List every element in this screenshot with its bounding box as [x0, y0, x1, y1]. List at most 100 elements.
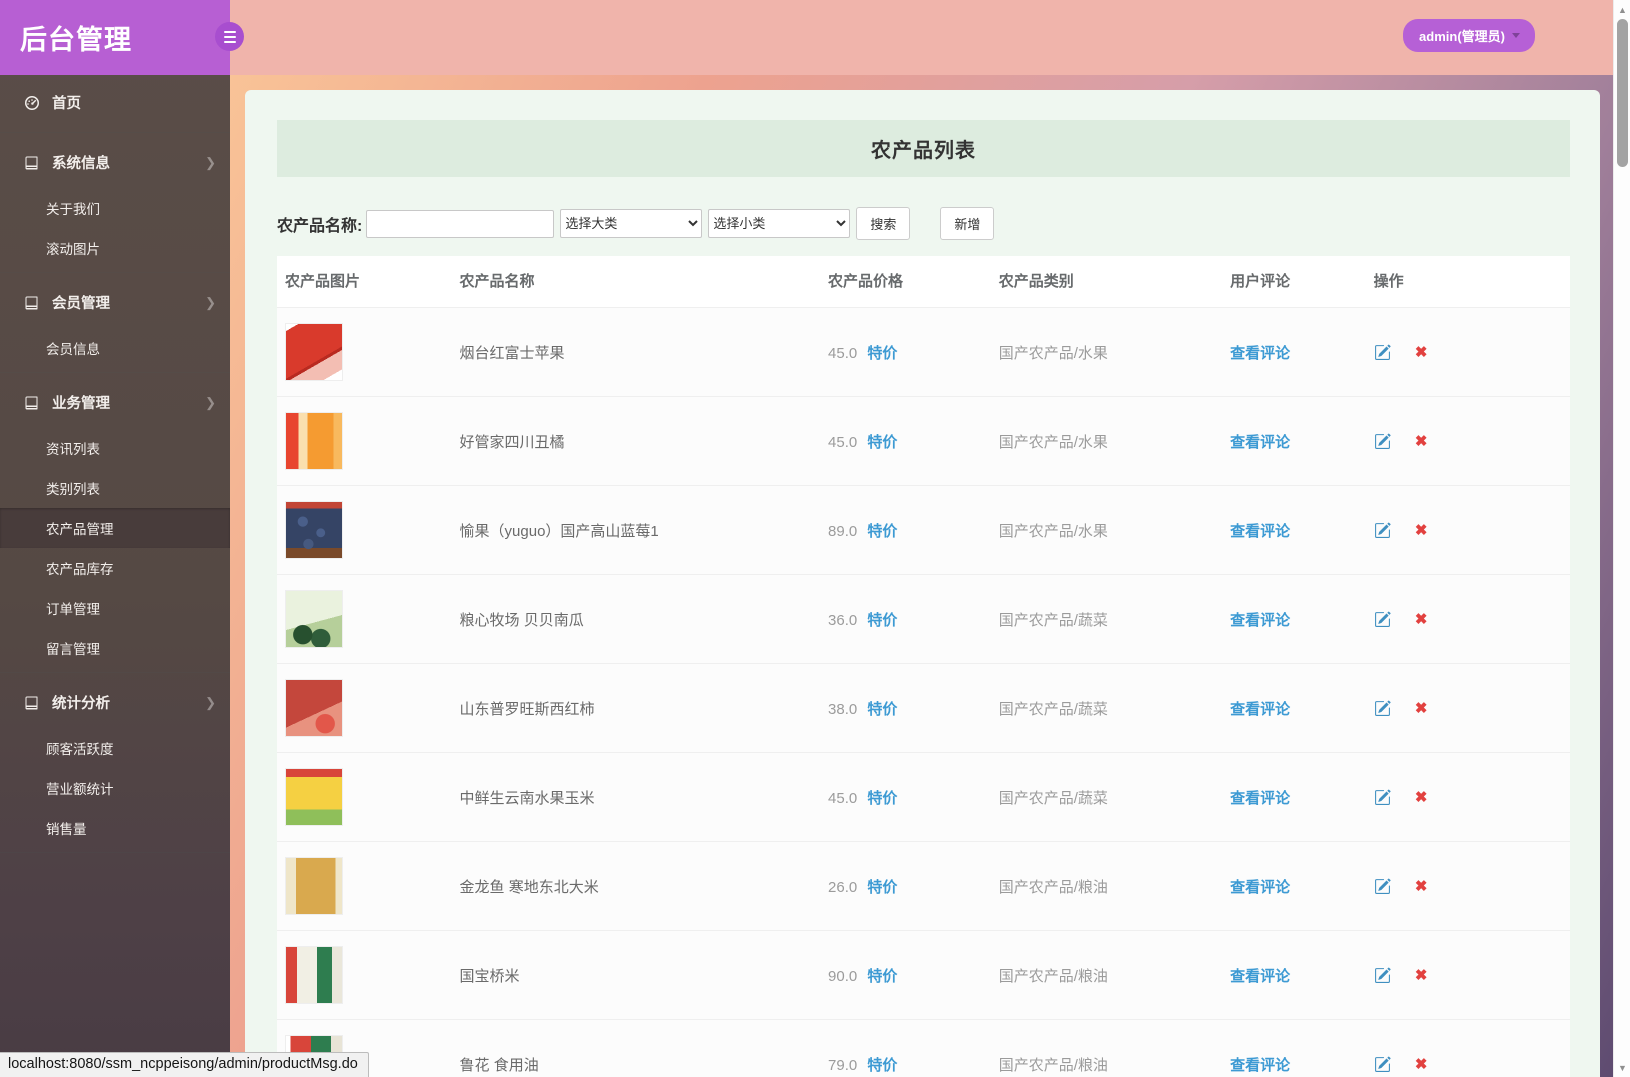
product-row: 国宝桥米 90.0 特价 国产农产品/粮油 查看评论 ✖	[277, 930, 1570, 1020]
sidebar-item[interactable]: 统计分析 ❯	[0, 677, 230, 728]
product-image	[285, 679, 343, 737]
product-price: 38.0	[828, 700, 858, 718]
major-category-select[interactable]: 选择大类	[560, 209, 703, 238]
delete-icon[interactable]: ✖	[1415, 877, 1428, 895]
product-row: 烟台红富士苹果 45.0 特价 国产农产品/水果 查看评论 ✖	[277, 307, 1570, 397]
sidebar-subitem[interactable]: 会员信息	[0, 328, 230, 368]
add-button[interactable]: 新增	[940, 207, 995, 240]
book-icon	[23, 394, 40, 411]
col-header-comments: 用户评论	[1222, 256, 1366, 308]
dashboard-icon	[23, 94, 40, 111]
product-row: 好管家四川丑橘 45.0 特价 国产农产品/水果 查看评论 ✖	[277, 396, 1570, 486]
book-icon	[23, 294, 40, 311]
col-header-actions: 操作	[1365, 256, 1570, 308]
sidebar-item[interactable]: 业务管理 ❯	[0, 377, 230, 428]
delete-icon[interactable]: ✖	[1415, 343, 1428, 361]
delete-icon[interactable]: ✖	[1415, 699, 1428, 717]
view-comments-link[interactable]: 查看评论	[1230, 701, 1290, 718]
sidebar-subitem[interactable]: 滚动图片	[0, 228, 230, 268]
view-comments-link[interactable]: 查看评论	[1230, 523, 1290, 540]
product-list-card: 农产品列表 农产品名称: 选择大类 选择小类 搜索 新增 农产品图片 农产品名称…	[245, 90, 1600, 1077]
sidebar-subitem[interactable]: 资讯列表	[0, 428, 230, 468]
status-url-tooltip: localhost:8080/ssm_ncppeisong/admin/prod…	[0, 1052, 369, 1077]
delete-icon[interactable]: ✖	[1415, 610, 1428, 628]
product-price: 45.0	[828, 433, 858, 451]
edit-icon[interactable]	[1374, 344, 1391, 361]
menu-toggle-button[interactable]	[215, 22, 244, 51]
sidebar-item-label: 会员信息	[46, 342, 100, 357]
product-category: 国产农产品/粮油	[998, 878, 1108, 896]
delete-icon[interactable]: ✖	[1415, 966, 1428, 984]
minor-category-select[interactable]: 选择小类	[708, 209, 851, 238]
edit-icon[interactable]	[1374, 611, 1391, 628]
sidebar-divider	[0, 272, 230, 273]
table-header-row: 农产品图片 农产品名称 农产品价格 农产品类别 用户评论 操作	[277, 256, 1570, 308]
page-title: 农产品列表	[871, 140, 976, 162]
sidebar-item-label: 订单管理	[46, 602, 100, 617]
special-price-tag: 特价	[867, 967, 898, 985]
view-comments-link[interactable]: 查看评论	[1230, 1057, 1290, 1074]
edit-icon[interactable]	[1374, 522, 1391, 539]
edit-icon[interactable]	[1374, 433, 1391, 450]
view-comments-link[interactable]: 查看评论	[1230, 879, 1290, 896]
edit-icon[interactable]	[1374, 700, 1391, 717]
view-comments-link[interactable]: 查看评论	[1230, 345, 1290, 362]
sidebar-subitem[interactable]: 订单管理	[0, 588, 230, 628]
sidebar-subitem[interactable]: 类别列表	[0, 468, 230, 508]
edit-icon[interactable]	[1374, 967, 1391, 984]
main-area: admin(管理员) 农产品列表 农产品名称: 选择大类 选择小类 搜索 新增 …	[230, 0, 1613, 1077]
edit-icon[interactable]	[1374, 878, 1391, 895]
special-price-tag: 特价	[867, 611, 898, 629]
scrollbar-thumb[interactable]	[1617, 19, 1628, 167]
sidebar-item-label: 顾客活跃度	[46, 742, 114, 757]
product-name: 中鲜生云南水果玉米	[459, 789, 595, 807]
product-category: 国产农产品/水果	[998, 344, 1108, 362]
scroll-up-arrow-icon[interactable]: ▲	[1614, 1, 1630, 18]
sidebar-item[interactable]: 系统信息 ❯	[0, 137, 230, 188]
sidebar-item-label: 类别列表	[46, 482, 100, 497]
chevron-right-icon: ❯	[205, 154, 216, 170]
sidebar-divider	[0, 852, 230, 853]
sidebar-subitem[interactable]: 农产品管理	[0, 508, 230, 548]
delete-icon[interactable]: ✖	[1415, 521, 1428, 539]
product-name: 国宝桥米	[459, 967, 520, 985]
view-comments-link[interactable]: 查看评论	[1230, 434, 1290, 451]
col-header-image: 农产品图片	[277, 256, 452, 308]
delete-icon[interactable]: ✖	[1415, 1055, 1428, 1073]
product-name-label: 农产品名称:	[277, 217, 363, 235]
sidebar-subitem[interactable]: 关于我们	[0, 188, 230, 228]
sidebar-subitem[interactable]: 销售量	[0, 808, 230, 848]
scroll-down-arrow-icon[interactable]: ▼	[1614, 1059, 1630, 1076]
sidebar-item-label: 留言管理	[46, 642, 100, 657]
user-menu-button[interactable]: admin(管理员)	[1403, 19, 1535, 52]
sidebar-subitem[interactable]: 留言管理	[0, 628, 230, 668]
special-price-tag: 特价	[867, 878, 898, 896]
product-name: 烟台红富士苹果	[459, 344, 565, 362]
sidebar-subitem[interactable]: 顾客活跃度	[0, 728, 230, 768]
view-comments-link[interactable]: 查看评论	[1230, 612, 1290, 629]
sidebar-item[interactable]: 首页 ❯	[0, 77, 230, 128]
sidebar-subitem[interactable]: 营业额统计	[0, 768, 230, 808]
special-price-tag: 特价	[867, 522, 898, 540]
scrollbar[interactable]: ▲ ▼	[1613, 0, 1630, 1077]
product-category: 国产农产品/粮油	[998, 967, 1108, 985]
product-name: 山东普罗旺斯西红柿	[459, 700, 595, 718]
product-image	[285, 946, 343, 1004]
delete-icon[interactable]: ✖	[1415, 788, 1428, 806]
delete-icon[interactable]: ✖	[1415, 432, 1428, 450]
sidebar-item[interactable]: 会员管理 ❯	[0, 277, 230, 328]
edit-icon[interactable]	[1374, 789, 1391, 806]
sidebar-item-label: 统计分析	[52, 696, 110, 712]
product-row: 金龙鱼 寒地东北大米 26.0 特价 国产农产品/粮油 查看评论 ✖	[277, 841, 1570, 931]
product-name-input[interactable]	[366, 209, 555, 238]
search-toolbar: 农产品名称: 选择大类 选择小类 搜索 新增	[277, 207, 1570, 240]
sidebar-item-label: 农产品库存	[46, 562, 114, 577]
view-comments-link[interactable]: 查看评论	[1230, 968, 1290, 985]
sidebar-subitem[interactable]: 农产品库存	[0, 548, 230, 588]
view-comments-link[interactable]: 查看评论	[1230, 790, 1290, 807]
book-icon	[23, 154, 40, 171]
product-price: 90.0	[828, 967, 858, 985]
search-button[interactable]: 搜索	[856, 207, 911, 240]
edit-icon[interactable]	[1374, 1056, 1391, 1073]
product-row: 粮心牧场 贝贝南瓜 36.0 特价 国产农产品/蔬菜 查看评论 ✖	[277, 574, 1570, 664]
